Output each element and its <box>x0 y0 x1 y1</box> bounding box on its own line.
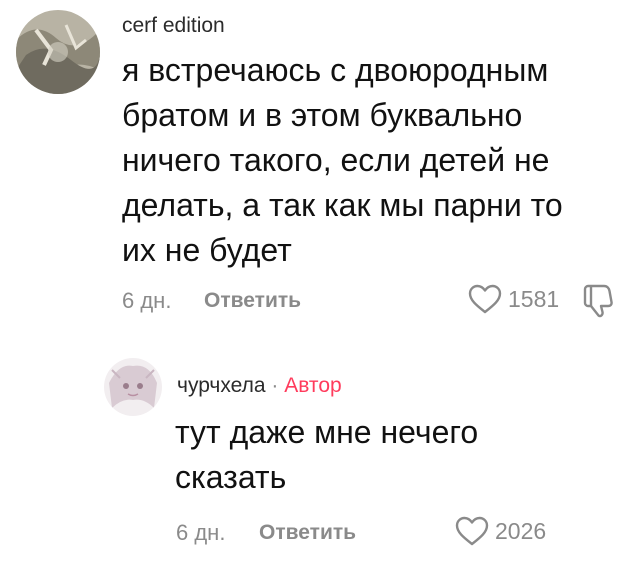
like-count: 2026 <box>495 517 547 544</box>
like-count: 1581 <box>508 285 560 312</box>
reply-button[interactable]: Ответить <box>259 521 356 545</box>
comment-username[interactable]: cerf edition <box>122 14 225 38</box>
user-avatar[interactable] <box>16 10 100 94</box>
comment-text: я встречаюсь с двоюродным братом и в это… <box>122 52 563 268</box>
comment-username[interactable]: чурчхела <box>177 374 266 397</box>
like-button[interactable]: 2026 <box>455 516 546 546</box>
heart-icon <box>455 516 489 546</box>
comment-username-line: чурчхела · Автор <box>177 374 342 398</box>
comment-time: 6 дн. <box>176 520 226 545</box>
comment-text: тут даже мне нечего сказать <box>175 414 479 495</box>
user-avatar[interactable] <box>104 358 162 416</box>
separator: · <box>271 374 279 397</box>
comment-time: 6 дн. <box>122 288 172 313</box>
dislike-button[interactable] <box>582 284 614 323</box>
avatar-photo-icon <box>16 10 100 94</box>
avatar-anime-icon <box>104 358 162 416</box>
author-badge: Автор <box>284 374 342 397</box>
dislike-icon <box>583 284 613 318</box>
heart-icon <box>468 284 502 314</box>
reply-button[interactable]: Ответить <box>204 289 301 313</box>
like-button[interactable]: 1581 <box>468 284 559 314</box>
